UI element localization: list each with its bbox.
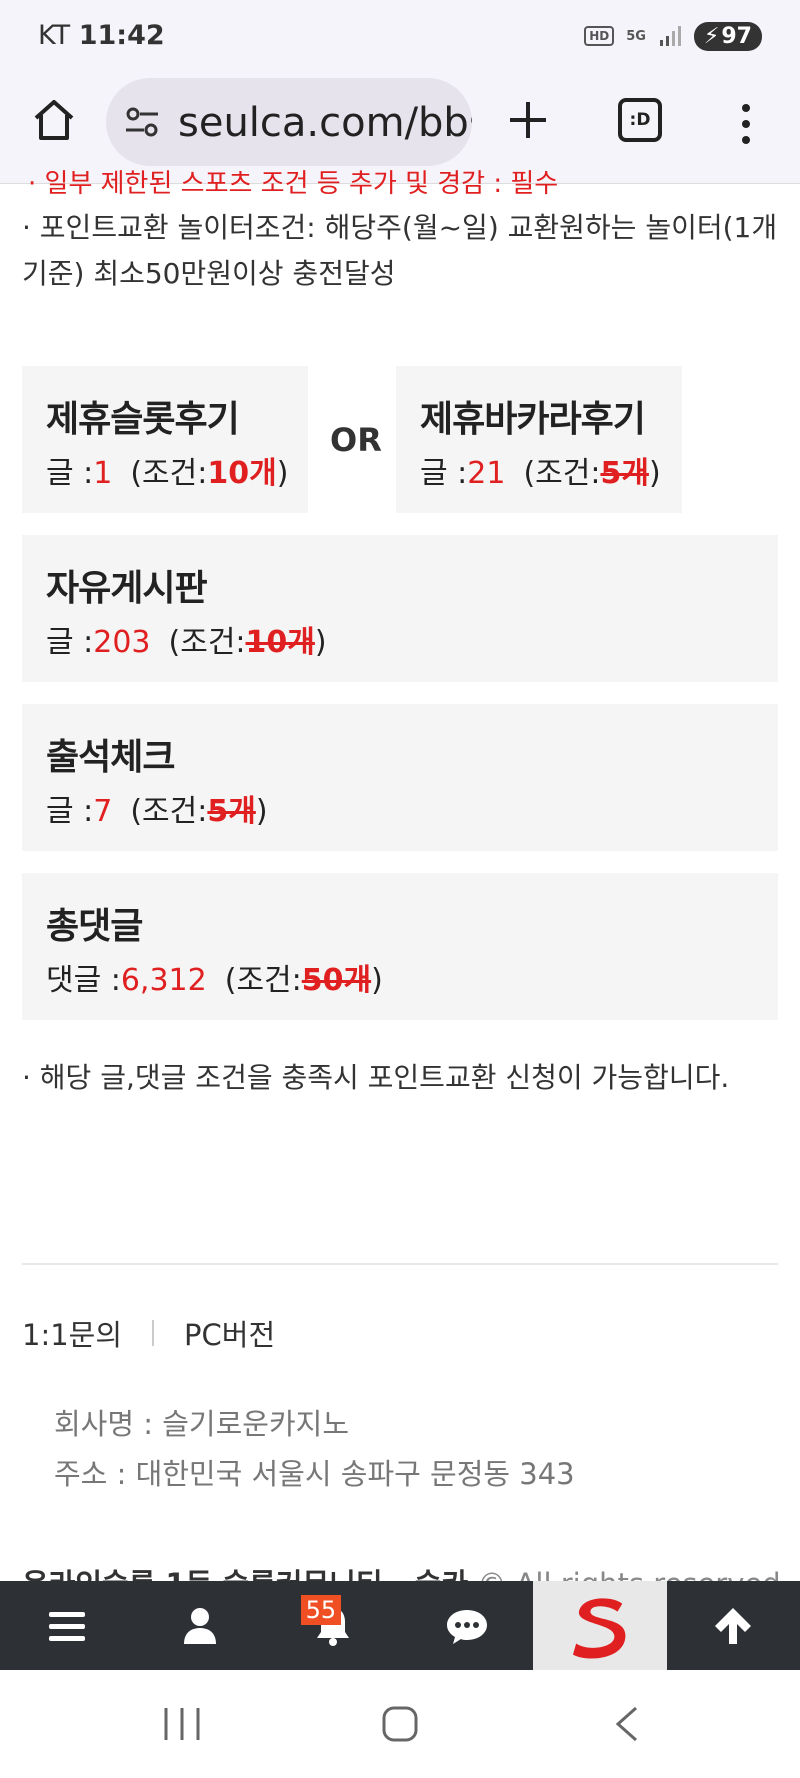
bottom-nav: 55 [0, 1581, 800, 1670]
eligibility-note: · 해당 글,댓글 조건을 충족시 포인트교환 신청이 가능합니다. [22, 1061, 730, 1094]
condition-value: 5개 [600, 456, 649, 491]
link-separator [152, 1320, 155, 1346]
battery-level: 97 [721, 23, 752, 49]
clock: 11:42 [78, 20, 165, 51]
company-info: 회사명 : 슬기로운카지노 주소 : 대한민국 서울시 송파구 문정동 343 [54, 1399, 575, 1499]
tab-switcher-icon[interactable]: :D [618, 98, 662, 142]
nav-profile[interactable] [133, 1581, 266, 1670]
comment-count: 6,312 [120, 963, 207, 998]
nav-chat[interactable] [400, 1581, 533, 1670]
post-count: 1 [93, 456, 113, 491]
company-name: 회사명 : 슬기로운카지노 [54, 1407, 350, 1441]
box-title: 제휴슬롯후기 [46, 399, 240, 440]
footer-links: 1:1문의 PC버전 [22, 1312, 275, 1354]
box-info: 댓글 :6,312 (조건:50개) [46, 963, 383, 998]
5g-icon: 5G [626, 28, 646, 44]
baccarat-review-box: 제휴바카라후기 글 :21 (조건:5개) [396, 366, 682, 513]
condition-note: · 포인트교환 놀이터조건: 해당주(월~일) 교환원하는 놀이터(1개기준) … [22, 211, 778, 290]
condition-value: 5개 [207, 794, 256, 829]
arrow-up-icon [715, 1607, 752, 1644]
nav-home-logo[interactable] [533, 1581, 667, 1670]
box-info: 글 :7 (조건:5개) [46, 794, 268, 829]
free-board-box: 자유게시판 글 :203 (조건:10개) [22, 535, 778, 682]
address-bar[interactable]: seulca.com/bbs [106, 78, 472, 166]
nav-scroll-top[interactable] [667, 1581, 800, 1670]
notification-badge: 55 [300, 1595, 342, 1625]
condition-value: 10개 [245, 625, 315, 660]
post-count: 7 [93, 794, 113, 829]
signal-icon [659, 26, 681, 46]
charging-icon: ⚡ [703, 23, 720, 49]
pc-version-link[interactable]: PC버전 [184, 1312, 275, 1354]
user-icon [183, 1607, 216, 1644]
box-title: 총댓글 [46, 906, 143, 947]
back-icon[interactable] [612, 1704, 642, 1744]
nav-notifications[interactable]: 55 [267, 1581, 400, 1670]
status-icons: HD 5G ⚡ 97 [584, 20, 762, 52]
box-title: 제휴바카라후기 [420, 399, 646, 440]
box-info: 글 :1 (조건:10개) [46, 456, 289, 491]
site-settings-icon[interactable] [124, 106, 160, 138]
hd-voice-icon: HD [584, 26, 615, 46]
company-address: 주소 : 대한민국 서울시 송파구 문정동 343 [54, 1457, 575, 1491]
box-info: 글 :203 (조건:10개) [46, 625, 327, 660]
hamburger-icon [48, 1611, 85, 1641]
new-tab-icon[interactable] [504, 96, 552, 144]
carrier: KT [38, 20, 71, 51]
box-title: 출석체크 [46, 737, 175, 778]
post-count: 203 [93, 625, 151, 660]
or-label: OR [330, 421, 382, 459]
system-nav-bar [0, 1670, 800, 1778]
box-title: 자유게시판 [46, 568, 208, 609]
condition-value: 10개 [207, 456, 277, 491]
cut-off-text: · 일부 제한된 스포츠 조건 등 추가 및 경감 : 필수 [28, 169, 559, 199]
inquiry-link[interactable]: 1:1문의 [22, 1312, 122, 1354]
carrier-time: KT 11:42 [38, 20, 165, 51]
status-bar: KT 11:42 HD 5G ⚡ 97 [0, 0, 800, 72]
divider [22, 1263, 778, 1265]
slot-review-box: 제휴슬롯후기 글 :1 (조건:10개) [22, 366, 308, 513]
home-icon[interactable] [30, 96, 78, 144]
chat-icon [446, 1609, 487, 1644]
more-menu-icon[interactable] [736, 102, 756, 146]
battery-indicator: ⚡ 97 [693, 21, 762, 51]
site-logo-icon [572, 1597, 626, 1659]
attendance-box: 출석체크 글 :7 (조건:5개) [22, 704, 778, 851]
total-comments-box: 총댓글 댓글 :6,312 (조건:50개) [22, 873, 778, 1020]
box-info: 글 :21 (조건:5개) [420, 456, 661, 491]
condition-value: 50개 [301, 963, 372, 998]
post-count: 21 [467, 456, 506, 491]
home-button-icon[interactable] [380, 1704, 420, 1744]
nav-menu[interactable] [0, 1581, 133, 1670]
url-text[interactable]: seulca.com/bbs [178, 100, 472, 146]
recent-apps-icon[interactable] [160, 1704, 204, 1744]
